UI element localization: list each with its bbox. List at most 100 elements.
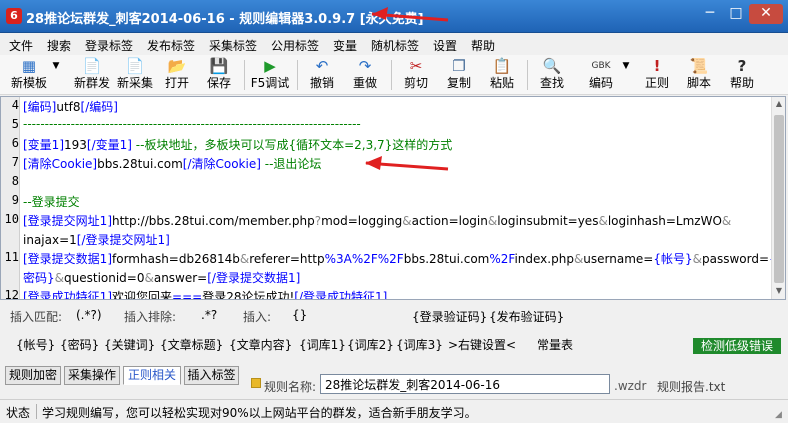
right-click-settings[interactable]: >右键设置<: [448, 336, 516, 353]
scroll-up-icon[interactable]: ▲: [774, 99, 784, 111]
rule-report-link[interactable]: 规则报告.txt: [657, 378, 725, 395]
rule-file-icon: [251, 378, 261, 388]
tab-regex[interactable]: 正则相关: [123, 366, 181, 385]
toolbar-separator: [297, 60, 298, 90]
open-button[interactable]: 📂 打开: [162, 57, 192, 93]
app-icon: 6: [6, 8, 22, 24]
menu-random-tags[interactable]: 随机标签: [371, 37, 419, 54]
insert-hints: 插入匹配: (.*?) 插入排除: .*? 插入: {} {登录验证码} {发布…: [0, 305, 788, 325]
menu-help[interactable]: 帮助: [471, 37, 495, 54]
menu-variables[interactable]: 变量: [333, 37, 357, 54]
var-password[interactable]: {密码}: [60, 336, 99, 353]
regex-button[interactable]: ! 正则: [642, 57, 672, 93]
insert-value[interactable]: {}: [292, 308, 307, 322]
toolbar-separator: [244, 60, 245, 90]
var-keyword[interactable]: {关键词}: [104, 336, 155, 353]
cut-icon: ✂: [409, 57, 423, 75]
editor-scrollbar[interactable]: ▲ ▼: [771, 97, 785, 299]
menu-settings[interactable]: 设置: [433, 37, 457, 54]
cut-button[interactable]: ✂ 剪切: [401, 57, 431, 93]
line-text: [登录提交数据1]formhash=db26814b&referer=http%…: [23, 252, 777, 266]
encoding-button[interactable]: GBK 编码: [586, 57, 616, 93]
redo-icon: ↷: [358, 57, 372, 75]
menu-collect-tags[interactable]: 采集标签: [209, 37, 257, 54]
insert-exclude-label: 插入排除:: [124, 310, 177, 324]
new-template-button[interactable]: ▦ 新模板: [6, 57, 52, 93]
open-folder-icon: 📂: [167, 57, 187, 75]
help-button[interactable]: ? 帮助: [727, 57, 757, 93]
window-title: 28推论坛群发_刺客2014-06-16 - 规则编辑器3.0.9.7 [永久免…: [26, 12, 424, 27]
status-message: 学习规则编写，您可以轻松实现对90%以上网站平台的群发，适合新手朋友学习。: [42, 406, 477, 420]
toolbar-separator: [391, 60, 392, 90]
copy-icon: ❐: [452, 57, 466, 75]
insert-match-label: 插入匹配:: [10, 310, 63, 324]
code-editor[interactable]: 4 [编码]utf8[/编码] 5 ----------------------…: [0, 96, 786, 300]
toolbar-separator: [527, 60, 528, 90]
post-captcha-tag[interactable]: {发布验证码}: [489, 308, 564, 325]
minimize-button[interactable]: ─: [697, 4, 723, 24]
menu-file[interactable]: 文件: [9, 37, 33, 54]
new-collect-icon: 📄: [125, 57, 145, 75]
variable-tags: {帐号} {密码} {关键词} {文章标题} {文章内容} {词库1} {词库2…: [0, 334, 788, 354]
find-button[interactable]: 🔍 查找: [537, 57, 567, 93]
rule-name-input[interactable]: [320, 374, 610, 394]
new-post-button[interactable]: 📄 新群发: [72, 57, 112, 93]
tab-rule-encrypt[interactable]: 规则加密: [5, 366, 61, 385]
line-text: ----------------------------------------…: [23, 117, 361, 131]
var-account[interactable]: {帐号}: [16, 336, 55, 353]
status-bar: 状态 学习规则编写，您可以轻松实现对90%以上网站平台的群发，适合新手朋友学习。…: [0, 399, 788, 423]
var-wordbank-2[interactable]: {词库2}: [347, 336, 394, 353]
scroll-down-icon[interactable]: ▼: [774, 286, 784, 298]
line-text: [变量1]193[/变量1] --板块地址，多板块可以写成{循环文本=2,3,7…: [23, 138, 453, 152]
new-post-icon: 📄: [82, 57, 102, 75]
var-article-title[interactable]: {文章标题}: [160, 336, 223, 353]
paste-icon: 📋: [492, 57, 512, 75]
play-icon: ▶: [264, 57, 276, 75]
insert-match-value[interactable]: (.*?): [76, 308, 102, 322]
maximize-button[interactable]: □: [723, 4, 749, 24]
new-collect-button[interactable]: 📄 新采集: [115, 57, 155, 93]
line-text: [登录成功特征1]欢迎您回来===登录28论坛成功![/登录成功特征1]: [23, 290, 388, 300]
annotation-arrow-icon: [365, 156, 449, 171]
debug-button[interactable]: ▶ F5调试: [248, 57, 292, 93]
constants-table[interactable]: 常量表: [537, 336, 573, 353]
paste-button[interactable]: 📋 粘贴: [487, 57, 517, 93]
save-button[interactable]: 💾 保存: [204, 57, 234, 93]
dropdown-arrow-icon: ▼: [52, 61, 60, 71]
copy-button[interactable]: ❐ 复制: [444, 57, 474, 93]
tab-insert-tags[interactable]: 插入标签: [184, 366, 239, 385]
menu-login-tags[interactable]: 登录标签: [85, 37, 133, 54]
close-button[interactable]: ✕: [749, 4, 783, 24]
line-text: [登录提交网址1]http://bbs.28tui.com/member.php…: [23, 214, 732, 228]
undo-button[interactable]: ↶ 撤销: [307, 57, 337, 93]
resize-grip-icon[interactable]: ◢: [775, 410, 782, 420]
menu-search[interactable]: 搜索: [47, 37, 71, 54]
line-text: inajax=1[/登录提交网址1]: [23, 233, 170, 247]
save-icon: 💾: [209, 57, 229, 75]
var-article-content[interactable]: {文章内容}: [229, 336, 292, 353]
var-wordbank-1[interactable]: {词库1}: [299, 336, 346, 353]
encoding-dropdown[interactable]: ▼: [620, 57, 632, 93]
tab-collect-ops[interactable]: 采集操作: [64, 366, 120, 385]
regex-icon: !: [653, 57, 661, 75]
check-errors-button[interactable]: 检测低级错误: [693, 338, 781, 354]
login-captcha-tag[interactable]: {登录验证码}: [412, 308, 487, 325]
encoding-icon: GBK: [591, 61, 611, 71]
new-template-dropdown[interactable]: ▼: [50, 57, 62, 93]
rule-extension: .wzdr: [614, 379, 647, 393]
line-text: [编码]utf8[/编码]: [23, 100, 118, 114]
toolbar: ▦ 新模板 ▼ 📄 新群发 📄 新采集 📂 打开 💾 保存 ▶ F5调试 ↶ 撤…: [0, 55, 788, 95]
undo-icon: ↶: [315, 57, 329, 75]
insert-exclude-value[interactable]: .*?: [201, 308, 217, 322]
annotation-arrow-icon: [371, 7, 449, 22]
dropdown-arrow-icon: ▼: [622, 61, 630, 71]
redo-button[interactable]: ↷ 重做: [350, 57, 380, 93]
rule-name-label: 规则名称:: [264, 380, 317, 394]
new-template-icon: ▦: [21, 57, 37, 75]
scrollbar-thumb[interactable]: [774, 115, 784, 283]
script-button[interactable]: 📜 脚本: [684, 57, 714, 93]
menu-common-tags[interactable]: 公用标签: [271, 37, 319, 54]
menu-publish-tags[interactable]: 发布标签: [147, 37, 195, 54]
line-text: --登录提交: [23, 195, 80, 209]
var-wordbank-3[interactable]: {词库3}: [396, 336, 443, 353]
